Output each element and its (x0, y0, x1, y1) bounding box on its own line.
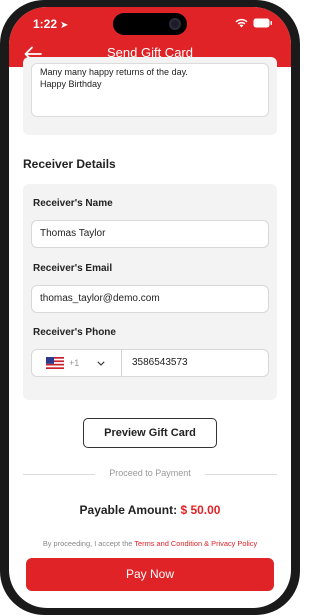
email-field[interactable]: thomas_taylor@demo.com (31, 285, 269, 313)
preview-gift-card-button[interactable]: Preview Gift Card (83, 418, 217, 448)
phone-label: Receiver's Phone (33, 327, 116, 338)
name-label: Receiver's Name (33, 198, 113, 209)
side-button (297, 180, 300, 240)
us-flag-icon (46, 357, 64, 369)
divider-text: Proceed to Payment (109, 468, 191, 478)
phone-number-input[interactable]: 3586543573 (122, 350, 188, 376)
status-time: 1:22 ➤ (33, 17, 69, 31)
message-line: Many many happy returns of the day. (40, 67, 188, 77)
payable-value: $ 50.00 (180, 503, 221, 517)
side-button (0, 120, 3, 142)
payment-divider: Proceed to Payment (23, 468, 277, 480)
receiver-card: Receiver's Name Thomas Taylor Receiver's… (23, 184, 277, 400)
terms-text: By proceeding, I accept the Terms and Co… (9, 539, 291, 548)
message-textarea[interactable]: Many many happy returns of the day. Happ… (31, 63, 269, 117)
section-title: Receiver Details (23, 157, 116, 171)
location-arrow-icon: ➤ (60, 20, 69, 31)
dial-code: +1 (69, 358, 80, 368)
status-bar: 1:22 ➤ (9, 7, 291, 37)
message-line: Happy Birthday (40, 79, 102, 89)
camera-icon (169, 18, 181, 30)
country-code-select[interactable]: +1 (32, 350, 122, 376)
name-field[interactable]: Thomas Taylor (31, 220, 269, 248)
screen: 1:22 ➤ Send Gift Card Many many happy re… (9, 7, 291, 608)
side-button (0, 160, 3, 200)
email-label: Receiver's Email (33, 263, 113, 274)
message-card: Many many happy returns of the day. Happ… (23, 57, 277, 135)
phone-frame: 1:22 ➤ Send Gift Card Many many happy re… (0, 0, 300, 615)
phone-field: +1 3586543573 (31, 349, 269, 377)
main-content: Many many happy returns of the day. Happ… (9, 57, 291, 608)
payable-amount: Payable Amount: $ 50.00 (9, 503, 291, 517)
chevron-down-icon (97, 360, 105, 366)
payable-label: Payable Amount: (79, 503, 178, 517)
status-icons (235, 18, 273, 28)
pay-now-button[interactable]: Pay Now (26, 558, 274, 591)
terms-prefix: By proceeding, I accept the (42, 539, 135, 548)
dynamic-island (113, 13, 187, 35)
battery-icon (253, 18, 272, 28)
wifi-icon (235, 18, 248, 28)
terms-link[interactable]: Terms and Condition & Privacy Policy (134, 539, 257, 548)
